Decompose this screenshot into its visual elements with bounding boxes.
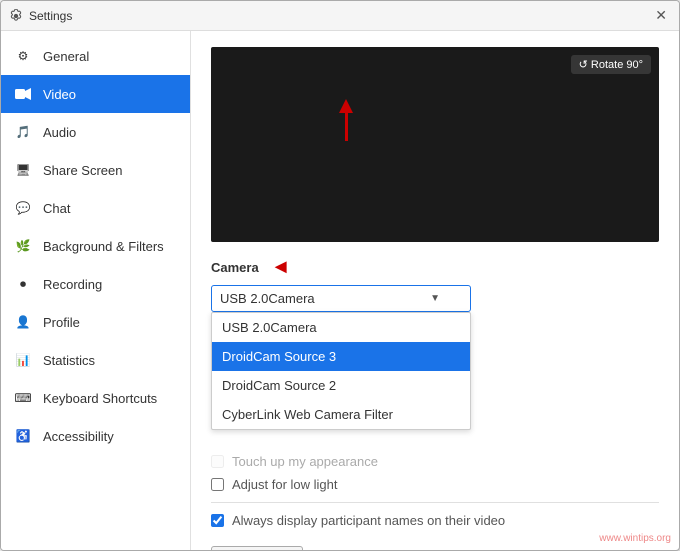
content-area: ⚙ General Video 🎵 Audio 🖥 Share Screen — [1, 31, 679, 550]
rotate-button[interactable]: ↺ Rotate 90° — [571, 55, 651, 74]
dropdown-chevron-icon: ▼ — [430, 293, 440, 304]
sidebar-item-keyboard[interactable]: ⌨ Keyboard Shortcuts — [1, 379, 190, 417]
participant-names-label: Always display participant names on thei… — [232, 513, 505, 528]
sidebar-item-video[interactable]: Video — [1, 75, 190, 113]
statistics-icon: 📊 — [13, 350, 33, 370]
camera-label-text: Camera — [211, 260, 259, 275]
dropdown-option-cyberlink[interactable]: CyberLink Web Camera Filter — [212, 400, 470, 429]
sidebar-item-recording[interactable]: ⏺ Recording — [1, 265, 190, 303]
recording-icon: ⏺ — [13, 274, 33, 294]
dropdown-option-droidcam3[interactable]: DroidCam Source 3 — [212, 342, 470, 371]
sidebar-item-chat[interactable]: 💬 Chat — [1, 189, 190, 227]
close-button[interactable]: ✕ — [651, 5, 671, 26]
sidebar-label-video: Video — [43, 87, 76, 102]
sidebar-item-audio[interactable]: 🎵 Audio — [1, 113, 190, 151]
accessibility-icon: ♿ — [13, 426, 33, 446]
camera-preview: ↺ Rotate 90° — [211, 47, 659, 242]
sidebar-item-statistics[interactable]: 📊 Statistics — [1, 341, 190, 379]
divider — [211, 502, 659, 503]
title-bar: Settings ✕ — [1, 1, 679, 31]
touch-up-checkbox[interactable] — [211, 455, 224, 468]
main-content: ↺ Rotate 90° Camera ◄ USB 2.0Camera ▼ US… — [191, 31, 679, 550]
low-light-row: Adjust for low light — [211, 477, 659, 492]
touch-up-label: Touch up my appearance — [232, 454, 378, 469]
sidebar-item-accessibility[interactable]: ♿ Accessibility — [1, 417, 190, 455]
participant-names-checkbox[interactable] — [211, 514, 224, 527]
background-icon: 🌿 — [13, 236, 33, 256]
sidebar-label-chat: Chat — [43, 201, 70, 216]
sidebar-item-share-screen[interactable]: 🖥 Share Screen — [1, 151, 190, 189]
watermark: www.wintips.org — [599, 533, 671, 544]
window-title: Settings — [29, 9, 72, 23]
profile-icon: 👤 — [13, 312, 33, 332]
camera-dropdown-value: USB 2.0Camera — [220, 291, 315, 306]
sidebar-label-profile: Profile — [43, 315, 80, 330]
chat-icon: 💬 — [13, 198, 33, 218]
low-light-checkbox[interactable] — [211, 478, 224, 491]
sidebar-label-keyboard: Keyboard Shortcuts — [43, 391, 157, 406]
camera-dropdown-container: USB 2.0Camera ▼ USB 2.0Camera DroidCam S… — [211, 285, 471, 312]
sidebar-label-audio: Audio — [43, 125, 76, 140]
sidebar-label-accessibility: Accessibility — [43, 429, 114, 444]
dropdown-option-droidcam2[interactable]: DroidCam Source 2 — [212, 371, 470, 400]
sidebar-item-general[interactable]: ⚙ General — [1, 37, 190, 75]
dropdown-option-usb2[interactable]: USB 2.0Camera — [212, 313, 470, 342]
sidebar-item-profile[interactable]: 👤 Profile — [1, 303, 190, 341]
title-bar-left: Settings — [9, 9, 72, 23]
keyboard-icon: ⌨ — [13, 388, 33, 408]
touch-up-row: Touch up my appearance — [211, 454, 659, 469]
participant-names-row: Always display participant names on thei… — [211, 513, 659, 528]
camera-dropdown-menu: USB 2.0Camera DroidCam Source 3 DroidCam… — [211, 312, 471, 430]
sidebar-item-background[interactable]: 🌿 Background & Filters — [1, 227, 190, 265]
settings-icon — [9, 9, 23, 23]
advanced-section: Advanced — [211, 538, 659, 550]
general-icon: ⚙ — [13, 46, 33, 66]
advanced-button[interactable]: Advanced — [211, 546, 303, 550]
sidebar-label-share-screen: Share Screen — [43, 163, 123, 178]
camera-dropdown-trigger[interactable]: USB 2.0Camera ▼ — [211, 285, 471, 312]
share-screen-icon: 🖥 — [13, 160, 33, 180]
camera-section-label: Camera ◄ — [211, 256, 659, 279]
sidebar: ⚙ General Video 🎵 Audio 🖥 Share Screen — [1, 31, 191, 550]
sidebar-label-general: General — [43, 49, 89, 64]
low-light-label: Adjust for low light — [232, 477, 338, 492]
sidebar-label-background: Background & Filters — [43, 239, 164, 254]
settings-window: Settings ✕ ⚙ General Video 🎵 Aud — [0, 0, 680, 551]
video-icon — [13, 84, 33, 104]
sidebar-label-recording: Recording — [43, 277, 102, 292]
sidebar-label-statistics: Statistics — [43, 353, 95, 368]
audio-icon: 🎵 — [13, 122, 33, 142]
camera-arrow-icon: ◄ — [271, 256, 291, 279]
